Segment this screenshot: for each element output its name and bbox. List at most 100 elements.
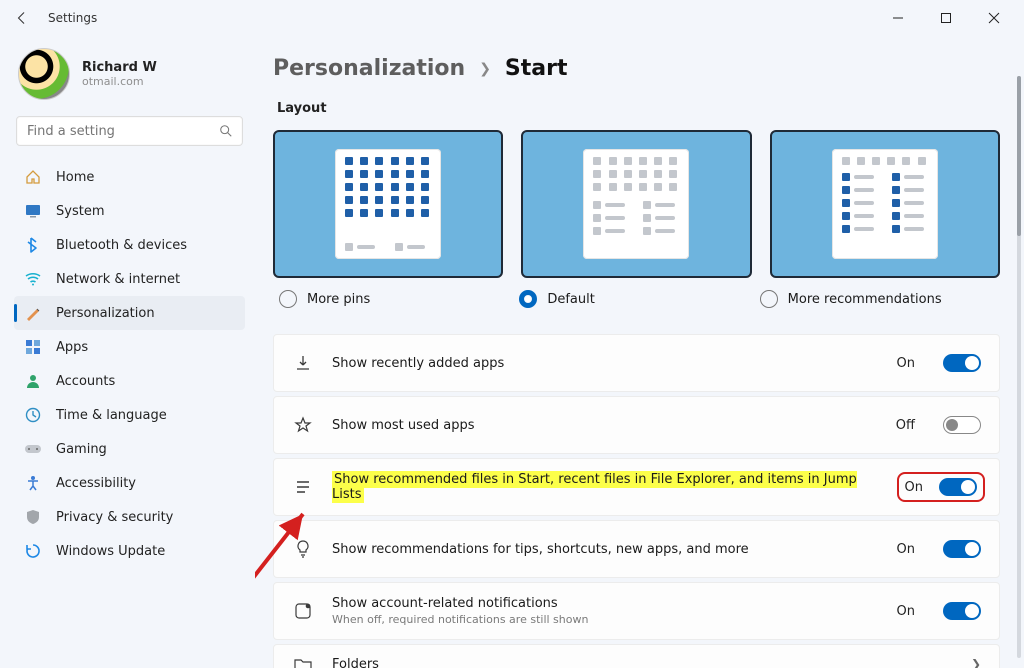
section-label-layout: Layout [277,101,1000,116]
nav-apps[interactable]: Apps [14,330,245,364]
radio-label: More pins [307,292,370,307]
radio-more-recs[interactable]: More recommendations [760,290,1000,308]
nav-system[interactable]: System [14,194,245,228]
layout-radios: More pins Default More recommendations [279,290,1000,308]
nav-label: Home [56,170,94,185]
setting-recommended-files: Show recommended files in Start, recent … [273,458,1000,516]
lightbulb-icon [292,540,314,558]
list-icon [292,478,314,496]
search-input[interactable] [16,116,243,146]
arrow-left-icon [15,11,29,25]
nav-privacy[interactable]: Privacy & security [14,500,245,534]
star-icon [292,416,314,434]
toggle[interactable] [943,354,981,372]
setting-subtitle: When off, required notifications are sti… [332,613,879,626]
setting-account-notifications: Show account-related notifications When … [273,582,1000,640]
nav-time[interactable]: Time & language [14,398,245,432]
setting-most-used: Show most used apps Off [273,396,1000,454]
breadcrumb-leaf: Start [505,56,568,81]
download-icon [292,354,314,372]
nav-label: Time & language [56,408,167,423]
settings-list: Show recently added apps On Show most us… [273,334,1000,668]
home-icon [24,168,42,186]
search-box[interactable] [16,116,243,146]
chevron-right-icon: ❯ [971,657,981,668]
apps-icon [24,338,42,356]
avatar [18,48,70,100]
nav-label: Gaming [56,442,107,457]
nav-gaming[interactable]: Gaming [14,432,245,466]
back-button[interactable] [8,4,36,32]
user-block[interactable]: Richard W otmail.com [14,42,245,114]
scrollbar-thumb[interactable] [1017,76,1021,236]
nav-personalization[interactable]: Personalization [14,296,245,330]
notification-icon [292,602,314,620]
toggle-state: On [897,542,915,557]
toggle[interactable] [943,602,981,620]
nav-accounts[interactable]: Accounts [14,364,245,398]
nav-label: Network & internet [56,272,180,287]
toggle[interactable] [939,478,977,496]
gaming-icon [24,440,42,458]
breadcrumb: Personalization ❯ Start [273,36,1000,95]
setting-recommendations-tips: Show recommendations for tips, shortcuts… [273,520,1000,578]
title-bar: Settings [0,0,1024,36]
radio-more-pins[interactable]: More pins [279,290,519,308]
close-button[interactable] [980,4,1008,32]
shield-icon [24,508,42,526]
wifi-icon [24,270,42,288]
maximize-icon [940,12,952,24]
update-icon [24,542,42,560]
setting-title: Show account-related notifications When … [332,596,879,626]
user-name: Richard W [82,60,157,75]
minimize-icon [892,12,904,24]
layout-card-default[interactable] [521,130,751,278]
system-icon [24,202,42,220]
app-title: Settings [48,11,97,25]
accounts-icon [24,372,42,390]
maximize-button[interactable] [932,4,960,32]
sidebar: Richard W otmail.com Home System Bluetoo… [0,36,255,668]
setting-folders[interactable]: Folders ❯ [273,644,1000,668]
nav: Home System Bluetooth & devices Network … [14,160,245,568]
highlighted-toggle-box: On [901,476,981,498]
nav-home[interactable]: Home [14,160,245,194]
toggle-state: On [897,604,915,619]
search-icon [219,124,233,138]
nav-update[interactable]: Windows Update [14,534,245,568]
breadcrumb-root[interactable]: Personalization [273,56,465,81]
window-controls [884,4,1016,32]
nav-bluetooth[interactable]: Bluetooth & devices [14,228,245,262]
setting-title: Show recommended files in Start, recent … [332,472,883,502]
nav-label: Privacy & security [56,510,173,525]
bluetooth-icon [24,236,42,254]
layout-card-more-recs[interactable] [770,130,1000,278]
setting-title: Show recently added apps [332,356,879,371]
personalization-icon [24,304,42,322]
toggle-state: On [905,480,923,495]
chevron-right-icon: ❯ [479,61,491,77]
radio-default[interactable]: Default [519,290,759,308]
clock-icon [24,406,42,424]
nav-label: Accessibility [56,476,136,491]
nav-network[interactable]: Network & internet [14,262,245,296]
toggle[interactable] [943,416,981,434]
radio-label: More recommendations [788,292,942,307]
layout-card-more-pins[interactable] [273,130,503,278]
layout-options [273,130,1000,278]
minimize-button[interactable] [884,4,912,32]
accessibility-icon [24,474,42,492]
toggle-state: Off [896,418,915,433]
user-email: otmail.com [82,75,157,88]
toggle[interactable] [943,540,981,558]
scrollbar[interactable] [1017,76,1021,658]
nav-label: Accounts [56,374,115,389]
nav-label: Personalization [56,306,155,321]
setting-recently-added: Show recently added apps On [273,334,1000,392]
close-icon [988,12,1000,24]
toggle-state: On [897,356,915,371]
nav-label: Bluetooth & devices [56,238,187,253]
main-content: Personalization ❯ Start Layout [255,36,1024,668]
nav-accessibility[interactable]: Accessibility [14,466,245,500]
setting-title: Folders [332,657,947,668]
